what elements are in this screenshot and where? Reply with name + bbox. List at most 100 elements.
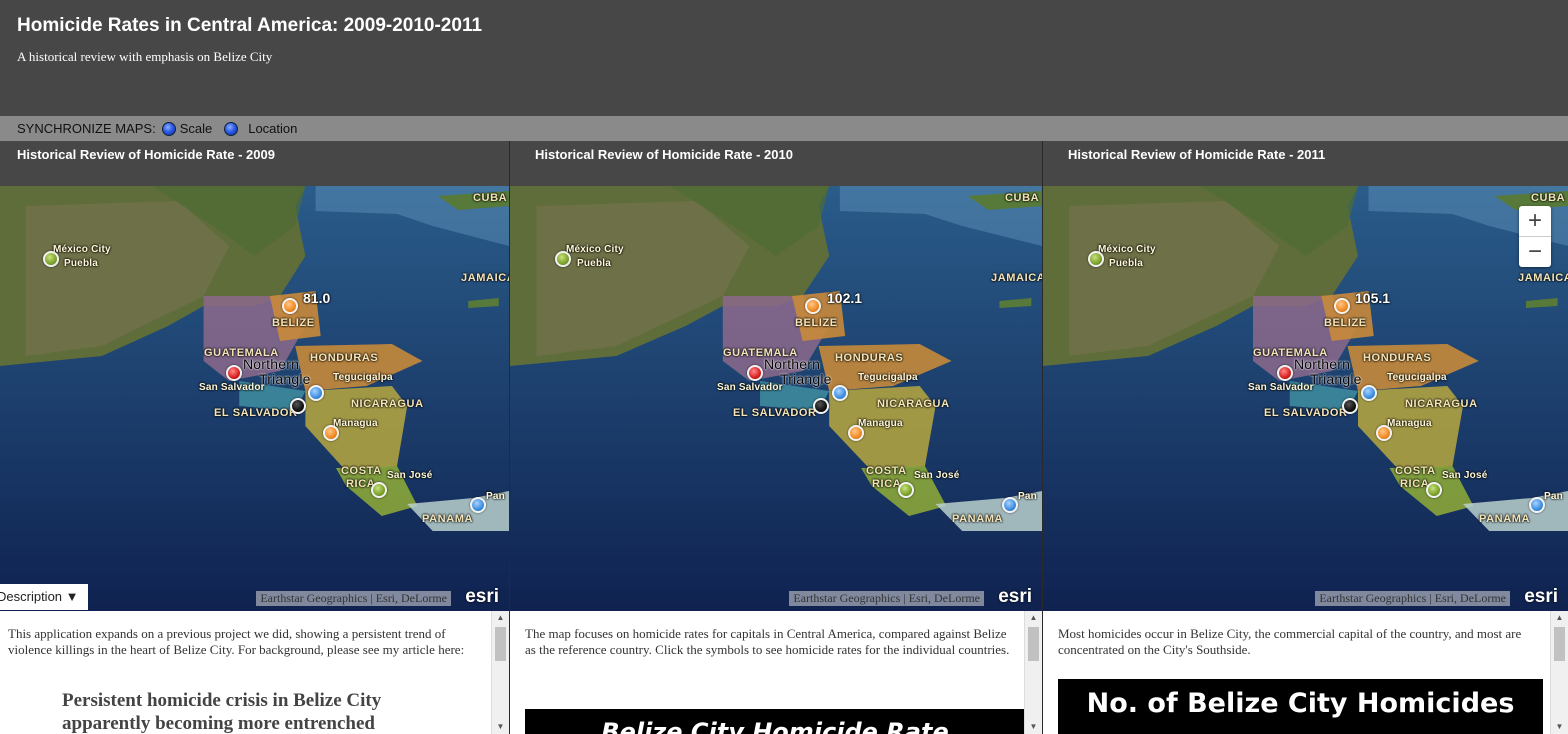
scroll-up-arrow[interactable]: ▲ xyxy=(1551,611,1568,625)
belize-city-marker[interactable] xyxy=(282,298,298,314)
country-label-cuba: CUBA xyxy=(1531,192,1566,204)
country-label-costa-rica-line1: COSTA xyxy=(866,465,907,477)
scroll-up-arrow[interactable]: ▲ xyxy=(1025,611,1042,625)
scale-option-label[interactable]: Scale xyxy=(180,121,213,136)
esri-logo: esri xyxy=(465,586,499,607)
san-salvador-marker[interactable] xyxy=(813,398,829,414)
country-label-jamaica: JAMAICA xyxy=(991,272,1042,284)
scale-radio-button[interactable] xyxy=(161,121,176,136)
panama-city-marker[interactable] xyxy=(470,497,486,513)
map[interactable]: CUBAJAMAICAMéxico CityPueblaBELIZEGUATEM… xyxy=(1043,186,1568,611)
scroll-down-arrow[interactable]: ▼ xyxy=(1025,720,1042,734)
city-label-san-jose: San José xyxy=(1442,470,1488,481)
country-label-belize: BELIZE xyxy=(272,317,315,329)
zoom-in-button[interactable]: + xyxy=(1519,206,1551,236)
mexico-city-marker[interactable] xyxy=(43,251,59,267)
zoom-out-button[interactable]: − xyxy=(1519,236,1551,267)
panel-title: Historical Review of Homicide Rate - 201… xyxy=(1068,147,1326,162)
panel-2011: Historical Review of Homicide Rate - 201… xyxy=(1043,141,1568,734)
guatemala-city-marker[interactable] xyxy=(747,365,763,381)
managua-marker[interactable] xyxy=(848,425,864,441)
mexico-city-marker[interactable] xyxy=(1088,251,1104,267)
article-link[interactable]: Persistent homicide crisis in Belize Cit… xyxy=(62,689,449,734)
app-title: Homicide Rates in Central America: 2009-… xyxy=(17,15,483,36)
country-label-nicaragua: NICARAGUA xyxy=(1405,398,1478,410)
country-label-nicaragua: NICARAGUA xyxy=(351,398,424,410)
city-label-mexico-city: México City xyxy=(53,244,111,255)
northern-triangle-label: Northern Triangle xyxy=(1294,356,1362,387)
san-jose-marker[interactable] xyxy=(1426,482,1442,498)
tegucigalpa-marker[interactable] xyxy=(308,385,324,401)
tegucigalpa-marker[interactable] xyxy=(1361,385,1377,401)
panel-2010: Historical Review of Homicide Rate - 201… xyxy=(510,141,1042,734)
app-header: Homicide Rates in Central America: 2009-… xyxy=(0,0,1568,116)
city-label-tegucigalpa: Tegucigalpa xyxy=(858,372,918,383)
belize-rate-label: 105.1 xyxy=(1355,290,1391,306)
scroll-down-arrow[interactable]: ▼ xyxy=(492,720,509,734)
scroll-thumb[interactable] xyxy=(1028,627,1039,661)
managua-marker[interactable] xyxy=(1376,425,1392,441)
city-label-tegucigalpa: Tegucigalpa xyxy=(1387,372,1447,383)
map-attribution: Earthstar Geographics | Esri, DeLorme xyxy=(789,591,984,606)
city-label-puebla: Puebla xyxy=(1109,258,1143,269)
esri-logo: esri xyxy=(1524,586,1558,607)
panama-city-marker[interactable] xyxy=(1529,497,1545,513)
country-label-jamaica: JAMAICA xyxy=(461,272,509,284)
synchronize-maps-bar: SYNCHRONIZE MAPS: Scale Location xyxy=(0,116,1568,141)
belize-rate-label: 81.0 xyxy=(303,290,331,306)
description-image: Belize City Homicide Rate xyxy=(525,709,1025,734)
belize-city-marker[interactable] xyxy=(1334,298,1350,314)
country-label-honduras: HONDURAS xyxy=(835,352,904,364)
description-image-caption: No. of Belize City Homicides xyxy=(1086,688,1515,719)
san-salvador-marker[interactable] xyxy=(1342,398,1358,414)
country-label-el-salvador: EL SALVADOR xyxy=(733,407,817,419)
country-label-panama: PANAMA xyxy=(952,513,1004,525)
city-label-san-jose: San José xyxy=(387,470,433,481)
description-image-caption: Belize City Homicide Rate xyxy=(601,718,949,734)
san-jose-marker[interactable] xyxy=(898,482,914,498)
guatemala-city-marker[interactable] xyxy=(226,365,242,381)
city-label-panama-city: Pan xyxy=(1544,491,1563,502)
city-label-managua: Managua xyxy=(858,418,903,429)
scroll-thumb[interactable] xyxy=(1554,627,1565,661)
description-toggle-button[interactable]: Description ▼ xyxy=(0,584,88,610)
country-label-honduras: HONDURAS xyxy=(1363,352,1432,364)
country-label-belize: BELIZE xyxy=(795,317,838,329)
description-scrollbar[interactable]: ▲ ▼ xyxy=(1024,611,1042,734)
city-label-puebla: Puebla xyxy=(64,258,98,269)
map[interactable]: CUBAJAMAICAMéxico CityPueblaBELIZEGUATEM… xyxy=(0,186,509,611)
san-salvador-marker[interactable] xyxy=(290,398,306,414)
city-label-panama-city: Pan xyxy=(1018,491,1037,502)
country-label-costa-rica-line1: COSTA xyxy=(341,465,382,477)
location-radio-button[interactable] xyxy=(224,121,239,136)
description-scrollbar[interactable]: ▲ ▼ xyxy=(1550,611,1568,734)
country-label-panama: PANAMA xyxy=(422,513,474,525)
scroll-down-arrow[interactable]: ▼ xyxy=(1551,720,1568,734)
panel-2009: Historical Review of Homicide Rate - 200… xyxy=(0,141,509,734)
mexico-city-marker[interactable] xyxy=(555,251,571,267)
guatemala-city-marker[interactable] xyxy=(1277,365,1293,381)
city-label-mexico-city: México City xyxy=(566,244,624,255)
northern-triangle-label: Northern Triangle xyxy=(764,356,832,387)
country-label-cuba: CUBA xyxy=(1005,192,1040,204)
map-attribution: Earthstar Geographics | Esri, DeLorme xyxy=(1315,591,1510,606)
country-label-honduras: HONDURAS xyxy=(310,352,379,364)
description-pane: Most homicides occur in Belize City, the… xyxy=(1043,611,1568,734)
country-label-costa-rica-line1: COSTA xyxy=(1395,465,1436,477)
managua-marker[interactable] xyxy=(323,425,339,441)
location-option-label[interactable]: Location xyxy=(248,121,297,136)
panama-city-marker[interactable] xyxy=(1002,497,1018,513)
country-label-costa-rica-line2: RICA xyxy=(1400,478,1430,490)
description-scrollbar[interactable]: ▲ ▼ xyxy=(491,611,509,734)
country-label-jamaica: JAMAICA xyxy=(1518,272,1568,284)
scroll-thumb[interactable] xyxy=(495,627,506,661)
scroll-up-arrow[interactable]: ▲ xyxy=(492,611,509,625)
tegucigalpa-marker[interactable] xyxy=(832,385,848,401)
zoom-control: + − xyxy=(1519,206,1551,267)
northern-triangle-label: Northern Triangle xyxy=(243,356,311,387)
belize-city-marker[interactable] xyxy=(805,298,821,314)
map[interactable]: CUBAJAMAICAMéxico CityPueblaBELIZEGUATEM… xyxy=(510,186,1042,611)
esri-logo: esri xyxy=(998,586,1032,607)
san-jose-marker[interactable] xyxy=(371,482,387,498)
city-label-managua: Managua xyxy=(1387,418,1432,429)
